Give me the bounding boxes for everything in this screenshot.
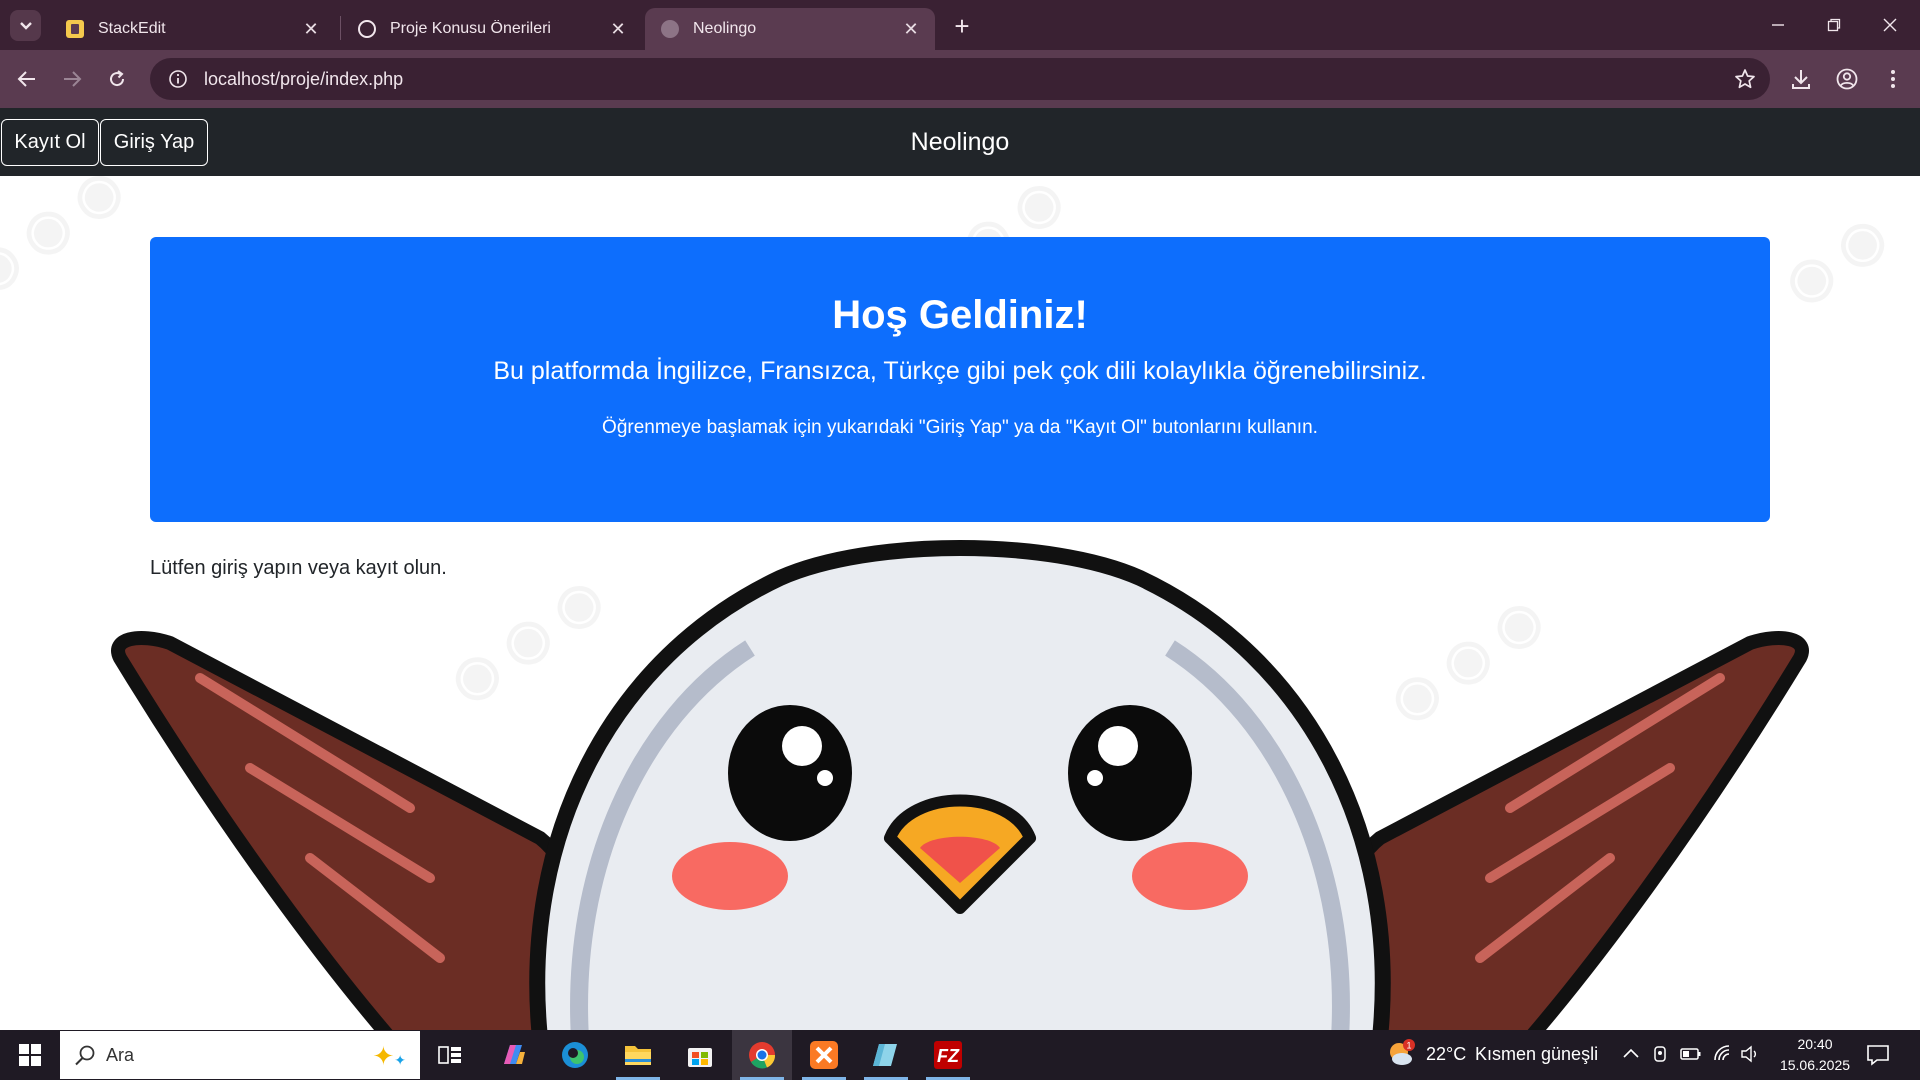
site-info-icon[interactable] (158, 58, 198, 100)
minimize-icon (1772, 24, 1784, 26)
tab-title: Neolingo (693, 20, 757, 37)
svg-text:1: 1 (1406, 1041, 1411, 1051)
notepad-icon (873, 1044, 897, 1066)
store-button[interactable] (670, 1030, 730, 1080)
meet-icon[interactable] (1652, 1045, 1670, 1068)
filezilla-button[interactable]: FZ (918, 1030, 978, 1080)
address-bar[interactable]: localhost/proje/index.php (150, 58, 1770, 100)
file-explorer-icon (625, 1046, 651, 1065)
xampp-icon (810, 1041, 838, 1069)
file-explorer-button[interactable] (608, 1030, 668, 1080)
edge-button[interactable] (545, 1030, 605, 1080)
reload-button[interactable] (100, 62, 134, 96)
system-clock[interactable]: 20:40 15.06.2025 (1760, 1034, 1870, 1076)
reload-icon (110, 70, 125, 87)
tab-search-button[interactable] (10, 10, 41, 41)
taskbar-search-box[interactable]: Ara ✦✦ (60, 1031, 420, 1079)
search-icon (75, 1045, 95, 1066)
copilot-icon (504, 1045, 525, 1064)
weather-description[interactable]: Kısmen güneşli (1475, 1044, 1598, 1065)
url-text: localhost/proje/index.php (204, 68, 404, 89)
windows-taskbar: Ara ✦✦ FZ 1 22°C Kısmen güneşli 20:40 15… (0, 1030, 1920, 1080)
start-button[interactable] (0, 1030, 60, 1080)
chrome-icon (749, 1042, 776, 1069)
clock-time: 20:40 (1797, 1036, 1833, 1052)
site-navbar: Neolingo Kayıt Ol Giriş Yap (0, 108, 1920, 176)
browser-toolbar: localhost/proje/index.php (0, 50, 1920, 108)
welcome-lead: Bu platformda İngilizce, Fransızca, Türk… (493, 357, 1427, 385)
forward-button[interactable] (55, 62, 89, 96)
restore-button[interactable] (1806, 0, 1862, 50)
speaker-icon[interactable] (1740, 1044, 1760, 1069)
stackedit-icon (66, 20, 84, 38)
profile-icon (1836, 68, 1858, 90)
close-window-button[interactable] (1862, 0, 1918, 50)
left-wing (111, 631, 582, 1030)
browser-tabstrip: StackEdit ✕ Proje Konusu Önerileri ✕ Neo… (0, 0, 1920, 50)
close-tab-icon[interactable]: ✕ (608, 19, 628, 39)
tab-title: Proje Konusu Önerileri (390, 20, 551, 37)
mascot-bird-image (111, 540, 1809, 1030)
filezilla-icon: FZ (934, 1041, 962, 1069)
windows-logo-icon (19, 1044, 41, 1066)
battery-icon[interactable] (1680, 1045, 1702, 1068)
notification-icon[interactable] (1866, 1043, 1890, 1072)
welcome-jumbotron: Hoş Geldiniz! Bu platformda İngilizce, F… (150, 237, 1770, 522)
wifi-icon[interactable] (1713, 1044, 1733, 1069)
login-button[interactable]: Giriş Yap (100, 119, 208, 166)
tab-title: StackEdit (98, 20, 166, 37)
close-icon (1883, 18, 1897, 32)
weather-icon[interactable]: 1 (1385, 1038, 1415, 1068)
kebab-menu-icon (1891, 70, 1895, 88)
tab-stackedit[interactable]: StackEdit ✕ (50, 8, 335, 50)
copilot-button[interactable] (483, 1030, 543, 1080)
clock-date: 15.06.2025 (1779, 1057, 1851, 1073)
menu-button[interactable] (1876, 62, 1910, 96)
back-button[interactable] (10, 62, 44, 96)
new-tab-button[interactable]: + (948, 11, 976, 41)
chevron-up-icon[interactable] (1622, 1045, 1640, 1068)
welcome-note: Öğrenmeye başlamak için yukarıdaki "Giri… (602, 417, 1318, 438)
background-watermark: ◉ ◉ (1772, 202, 1898, 316)
chatgpt-icon (358, 20, 376, 38)
left-cheek (672, 842, 788, 910)
download-icon (1792, 70, 1810, 89)
close-tab-icon[interactable]: ✕ (901, 19, 921, 39)
right-eye (1068, 705, 1192, 841)
search-placeholder: Ara (106, 1044, 135, 1065)
tab-neolingo[interactable]: Neolingo ✕ (645, 8, 935, 50)
background-watermark: ◉ ◉ ◉ (0, 155, 134, 305)
task-view-icon (438, 1046, 461, 1064)
tab-separator (340, 16, 341, 40)
xampp-button[interactable] (794, 1030, 854, 1080)
weather-temp[interactable]: 22°C (1426, 1044, 1466, 1065)
chevron-down-icon (19, 21, 32, 30)
back-arrow-icon (17, 71, 35, 87)
forward-arrow-icon (64, 71, 82, 87)
bookmark-star-icon[interactable] (1734, 68, 1756, 95)
chrome-button[interactable] (732, 1030, 792, 1080)
right-cheek (1132, 842, 1248, 910)
right-wing (1338, 631, 1809, 1030)
page-viewport: ◉ ◉ ◉ ◉ ◉ ◉ ◉ ◉ ◉ ◉ ◉ ◉ ◉ ◉ Neolingo Kay… (0, 108, 1920, 1030)
minimize-button[interactable] (1750, 0, 1806, 50)
bird-head (529, 540, 1391, 1030)
svg-text:FZ: FZ (937, 1046, 960, 1066)
downloads-button[interactable] (1784, 62, 1818, 96)
close-tab-icon[interactable]: ✕ (301, 19, 321, 39)
profile-button[interactable] (1830, 62, 1864, 96)
store-icon (688, 1048, 712, 1067)
tab-proje-konusu[interactable]: Proje Konusu Önerileri ✕ (342, 8, 642, 50)
signup-button[interactable]: Kayıt Ol (1, 119, 99, 166)
welcome-title: Hoş Geldiniz! (832, 293, 1088, 337)
notepad-button[interactable] (856, 1030, 916, 1080)
left-eye (728, 705, 852, 841)
task-view-button[interactable] (420, 1030, 480, 1080)
edge-icon (562, 1042, 588, 1068)
globe-icon (661, 20, 679, 38)
restore-icon (1827, 18, 1841, 32)
sparkle-icon: ✦✦ (372, 1041, 406, 1071)
site-brand[interactable]: Neolingo (0, 108, 1920, 176)
